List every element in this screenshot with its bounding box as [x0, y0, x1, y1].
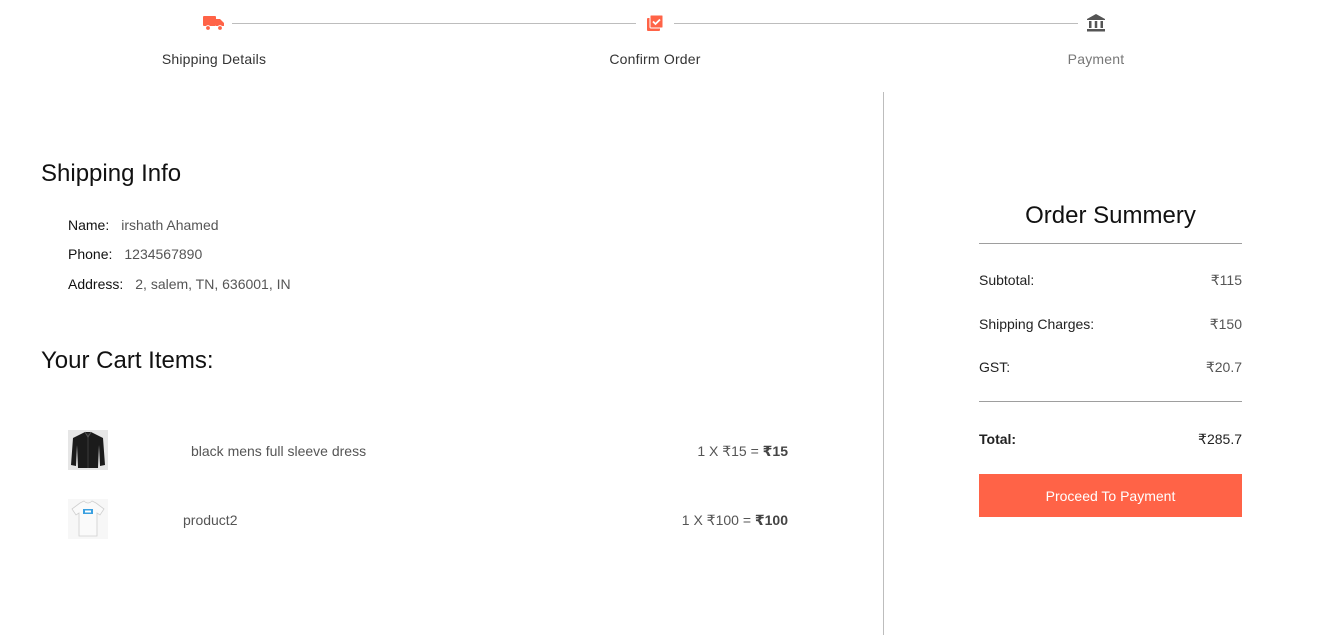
subtotal-value: ₹115 [1210, 272, 1242, 288]
summary-divider-bottom [979, 401, 1242, 402]
cart-item: black mens full sleeve dress 1 X ₹15 = ₹… [68, 430, 788, 470]
name-value: irshath Ahamed [121, 217, 219, 233]
phone-label: Phone: [68, 246, 113, 262]
subtotal-label: Subtotal: [979, 272, 1035, 288]
cart-item-total: ₹100 [754, 512, 788, 528]
summary-divider-top [979, 243, 1242, 244]
step-label-shipping: Shipping Details [161, 51, 267, 67]
address-value: 2, salem, TN, 636001, IN [135, 276, 291, 292]
shipping-phone-row: Phone: 1234567890 [68, 246, 202, 262]
cart-item: product2 1 X ₹100 = ₹100 [68, 499, 788, 539]
step-label-payment: Payment [1067, 51, 1125, 67]
name-label: Name: [68, 217, 110, 233]
total-value: ₹285.7 [1198, 431, 1242, 447]
phone-value: 1234567890 [124, 246, 203, 262]
step-label-confirm: Confirm Order [609, 51, 701, 67]
cart-items-title: Your Cart Items: [41, 347, 214, 374]
cart-item-total: ₹15 [762, 443, 788, 459]
black-jacket-image [68, 430, 108, 470]
stepper-connector-1 [232, 23, 636, 24]
order-summary: Order Summery Subtotal: ₹115 Shipping Ch… [979, 200, 1242, 517]
gst-value: ₹20.7 [1205, 359, 1242, 375]
order-stepper: Shipping Details Confirm Order Payment [0, 0, 1319, 92]
subtotal-row: Subtotal: ₹115 [979, 272, 1242, 289]
confirm-order-details: Shipping Info Name: irshath Ahamed Phone… [0, 92, 883, 635]
cart-item-price: 1 X ₹100 = ₹100 [682, 512, 788, 529]
cart-item-qty-price: 1 X ₹15 = [697, 443, 763, 459]
shipping-address-row: Address: 2, salem, TN, 636001, IN [68, 276, 291, 292]
cart-item-qty-price: 1 X ₹100 = [681, 512, 755, 528]
panel-divider [883, 92, 884, 635]
gst-label: GST: [979, 359, 1011, 375]
gst-row: GST: ₹20.7 [979, 359, 1242, 376]
order-summary-title: Order Summery [1025, 202, 1196, 229]
total-row: Total: ₹285.7 [979, 431, 1242, 448]
shipping-info-title: Shipping Info [41, 160, 182, 187]
cart-item-name-link[interactable]: black mens full sleeve dress [191, 443, 366, 459]
truck-icon [202, 12, 226, 34]
address-label: Address: [68, 276, 124, 292]
total-label: Total: [979, 431, 1017, 447]
shipping-name-row: Name: irshath Ahamed [68, 217, 219, 233]
bank-icon [1084, 12, 1108, 34]
library-add-check-icon [643, 12, 667, 34]
shipping-charges-row: Shipping Charges: ₹150 [979, 316, 1242, 333]
stepper-connector-2 [674, 23, 1078, 24]
shipping-charges-value: ₹150 [1209, 316, 1242, 332]
cart-item-name-link[interactable]: product2 [183, 512, 237, 528]
shipping-charges-label: Shipping Charges: [979, 316, 1095, 332]
white-tshirt-image [68, 499, 108, 539]
proceed-to-payment-button[interactable]: Proceed To Payment [979, 474, 1242, 517]
cart-item-price: 1 X ₹15 = ₹15 [697, 443, 788, 460]
